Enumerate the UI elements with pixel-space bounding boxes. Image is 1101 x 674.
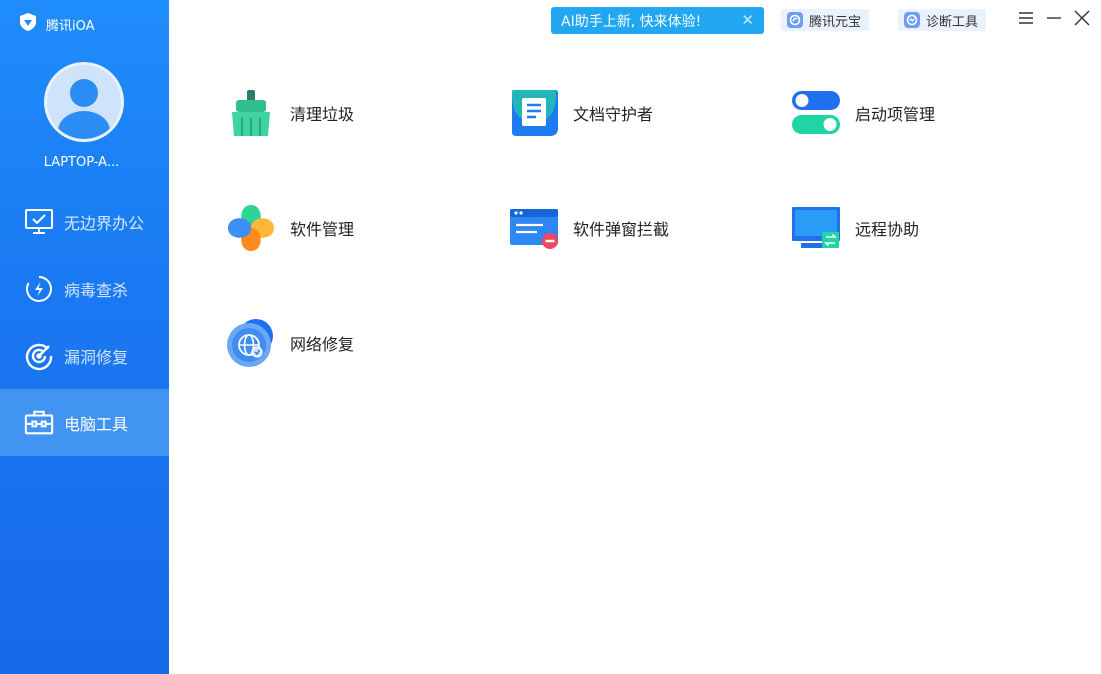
target-icon [24, 341, 54, 371]
nav-item-label: 漏洞修复 [64, 347, 129, 367]
shield-logo-icon [18, 12, 38, 36]
startup-toggle-icon [791, 88, 841, 138]
minimize-icon[interactable] [1044, 8, 1064, 28]
brand-name: 腾讯iOA [46, 18, 95, 34]
popup-block-icon [509, 203, 559, 253]
tool-remote-assist[interactable]: 远程协助 [791, 203, 919, 253]
tool-label: 软件弹窗拦截 [573, 220, 670, 239]
tool-label: 网络修复 [290, 335, 355, 354]
tool-label: 清理垃圾 [290, 105, 355, 124]
lightning-circle-icon [24, 274, 54, 304]
diagnose-label: 诊断工具 [926, 14, 979, 30]
nav-item-label: 无边界办公 [64, 213, 145, 233]
broom-icon [226, 88, 276, 138]
tool-popup-blocker[interactable]: 软件弹窗拦截 [509, 203, 669, 253]
clover-icon [226, 203, 276, 253]
tool-label: 远程协助 [855, 220, 920, 239]
menu-icon[interactable] [1016, 8, 1036, 28]
yuanbao-icon [787, 12, 803, 28]
tool-document-guard[interactable]: 文档守护者 [509, 88, 653, 138]
monitor-check-icon [24, 207, 54, 237]
tool-label: 软件管理 [290, 220, 355, 239]
nav-item-borderless-office[interactable]: 无边界办公 [0, 188, 169, 255]
tool-startup-manager[interactable]: 启动项管理 [791, 88, 935, 138]
close-window-icon[interactable] [1072, 8, 1092, 28]
tool-clean-junk[interactable]: 清理垃圾 [226, 88, 354, 138]
sidebar: 腾讯iOA LAPTOP-A... 无边界办公 病毒查杀 漏洞修复 电脑工具 [0, 0, 169, 674]
remote-monitor-icon [791, 203, 841, 253]
close-icon[interactable]: ✕ [741, 11, 754, 29]
network-globe-icon [226, 318, 276, 368]
nav-item-label: 电脑工具 [64, 414, 129, 434]
nav-item-virus-scan[interactable]: 病毒查杀 [0, 255, 169, 322]
nav-item-label: 病毒查杀 [64, 280, 129, 300]
diagnose-icon [904, 12, 920, 28]
user-avatar-icon[interactable] [44, 62, 124, 142]
tool-label: 启动项管理 [855, 105, 936, 124]
brand: 腾讯iOA [18, 12, 95, 36]
nav-item-pc-tools[interactable]: 电脑工具 [0, 389, 169, 456]
document-guard-icon [509, 88, 559, 138]
toolbox-icon [24, 408, 54, 438]
diagnose-tools-button[interactable]: 诊断工具 [898, 9, 987, 31]
tool-software-manager[interactable]: 软件管理 [226, 203, 354, 253]
yuanbao-button[interactable]: 腾讯元宝 [781, 9, 870, 31]
ai-banner-text: AI助手上新, 快来体验! [561, 13, 702, 30]
device-name: LAPTOP-A... [43, 155, 120, 170]
tool-label: 文档守护者 [573, 105, 654, 124]
app-window: 腾讯iOA LAPTOP-A... 无边界办公 病毒查杀 漏洞修复 电脑工具 A… [0, 0, 1101, 674]
sidebar-nav: 无边界办公 病毒查杀 漏洞修复 电脑工具 [0, 188, 169, 456]
ai-assistant-banner[interactable]: AI助手上新, 快来体验! ✕ [551, 7, 764, 34]
yuanbao-label: 腾讯元宝 [809, 14, 862, 30]
nav-item-vulnerability-fix[interactable]: 漏洞修复 [0, 322, 169, 389]
tool-network-repair[interactable]: 网络修复 [226, 318, 354, 368]
